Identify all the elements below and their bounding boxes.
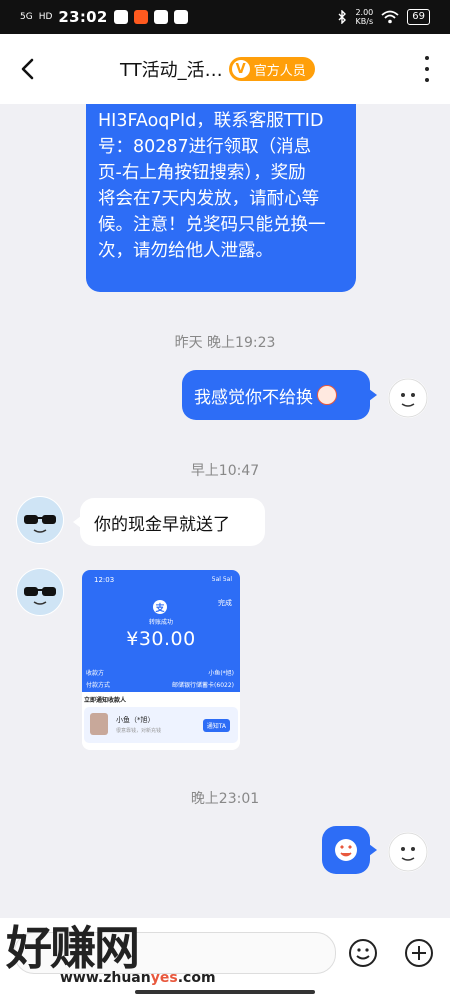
official-badge-label: 官方人员 <box>253 63 306 79</box>
avatar-face-icon <box>388 832 428 872</box>
contact-avatar[interactable] <box>16 568 64 616</box>
image-row-method: 付款方式 邮储银行储蓄卡(6022) <box>86 680 234 689</box>
love-emoji-icon <box>335 839 357 861</box>
message-text: 我感觉你不给换 <box>194 387 313 408</box>
message-bubble-outgoing[interactable]: 我感觉你不给换 <box>182 370 377 420</box>
header-title-group: TT活动_活… V 官方人员 <box>120 56 315 82</box>
image-notify-title: 立即通知收款人 <box>84 697 127 704</box>
battery-indicator: 69 <box>407 9 430 25</box>
watermark-logo: 好赚网 <box>6 921 140 975</box>
notification-app-icon <box>133 10 148 24</box>
image-row-payee: 收款方 小鱼(*旭) <box>86 668 234 677</box>
message-text: 你的现金早就送了 <box>94 514 230 535</box>
watermark-url-part: .com <box>177 970 216 986</box>
image-row-label: 付款方式 <box>86 682 111 689</box>
status-left: 5G HD 23:02 <box>20 0 188 34</box>
network-speed: 2.00 KB/s <box>355 8 373 26</box>
more-icon[interactable] <box>422 56 432 82</box>
chat-header-overlay: TT活动_活… V 官方人员 <box>0 34 450 104</box>
message-bubble-outgoing[interactable]: 充现金】，凭借兑奖码 HI3FAoqPId，联系客服TTID 号：80287进行… <box>86 82 356 292</box>
emoji-icon[interactable] <box>348 938 378 968</box>
image-notify-button: 通知TA <box>202 719 230 732</box>
image-contact-photo <box>90 713 108 735</box>
timestamp: 早上10:47 <box>190 463 260 479</box>
sunglasses-mascot-icon <box>17 497 63 543</box>
image-row-value: 邮储银行储蓄卡(6022) <box>172 682 234 689</box>
image-amount: ¥30.00 <box>126 628 196 650</box>
verified-icon: V <box>231 60 250 78</box>
image-row-label: 收款方 <box>86 670 105 677</box>
image-success-label: 转账成功 <box>148 619 173 626</box>
speed-value: 2.00 <box>355 8 374 17</box>
image-contact-sub: 很意靠钱，对新充钱 <box>116 728 162 734</box>
back-icon[interactable] <box>14 54 44 84</box>
timestamp: 晚上23:01 <box>190 791 260 807</box>
my-avatar[interactable] <box>388 832 428 872</box>
image-contact-name: 小鱼（*旭） <box>116 716 155 724</box>
image-notify-card: 立即通知收款人 小鱼（*旭） 很意靠钱，对新充钱 通知TA <box>84 695 238 747</box>
watermark-url-part: yes <box>150 970 178 986</box>
notification-app-icon <box>113 10 128 24</box>
image-status-signal: 5al 5al <box>211 576 232 583</box>
message-line: 页-右上角按钮搜索），奖励 <box>98 163 306 183</box>
emoji-icon <box>317 385 337 405</box>
chat-title[interactable]: TT活动_活… <box>120 56 223 82</box>
avatar-face-icon <box>388 378 428 418</box>
message-line: HI3FAoqPId，联系客服TTID <box>98 111 324 131</box>
status-time: 23:02 <box>58 8 108 26</box>
status-right: 2.00 KB/s 69 <box>337 0 430 34</box>
image-message[interactable]: 12:03 5al 5al 支 完成 转账成功 ¥30.00 收款方 小鱼(*旭… <box>82 570 240 750</box>
image-status-time: 12:03 <box>94 576 115 584</box>
watermark-url-part: www.zhuan <box>60 970 151 986</box>
message-line: 候。注意！兑奖码只能兑换一 <box>98 215 326 235</box>
alipay-logo-icon: 支 <box>153 600 167 614</box>
message-line: 将会在7天内发放，请耐心等 <box>98 189 320 209</box>
watermark-url: www.zhuanyes.com <box>60 970 216 986</box>
wifi-icon <box>381 10 399 24</box>
image-row-value: 小鱼(*旭) <box>208 670 234 677</box>
my-avatar[interactable] <box>388 378 428 418</box>
bluetooth-icon <box>338 10 347 24</box>
hd-label: HD <box>38 11 53 22</box>
message-line: 号：80287进行领取（消息 <box>98 137 312 157</box>
watermark: 好赚网 www.zhuanyes.com <box>6 912 216 998</box>
image-contact-row: 小鱼（*旭） 很意靠钱，对新充钱 通知TA <box>84 707 238 743</box>
message-bubble-outgoing[interactable] <box>322 826 377 874</box>
speed-unit: KB/s <box>355 17 374 26</box>
contact-avatar[interactable] <box>16 496 64 544</box>
network-label: 5G <box>20 11 33 22</box>
message-line: 次，请勿给他人泄露。 <box>98 241 273 261</box>
image-done-label: 完成 <box>218 599 232 607</box>
official-badge: V 官方人员 <box>228 57 315 81</box>
timestamp: 昨天 晚上19:23 <box>174 335 276 351</box>
sunglasses-mascot-icon <box>17 569 63 615</box>
add-icon[interactable] <box>404 938 434 968</box>
notification-app-icon <box>173 10 188 24</box>
status-bar: 5G HD 23:02 2.00 KB/s 69 <box>0 0 450 34</box>
message-bubble-incoming[interactable]: 你的现金早就送了 <box>73 498 265 546</box>
notification-app-icon <box>153 10 168 24</box>
